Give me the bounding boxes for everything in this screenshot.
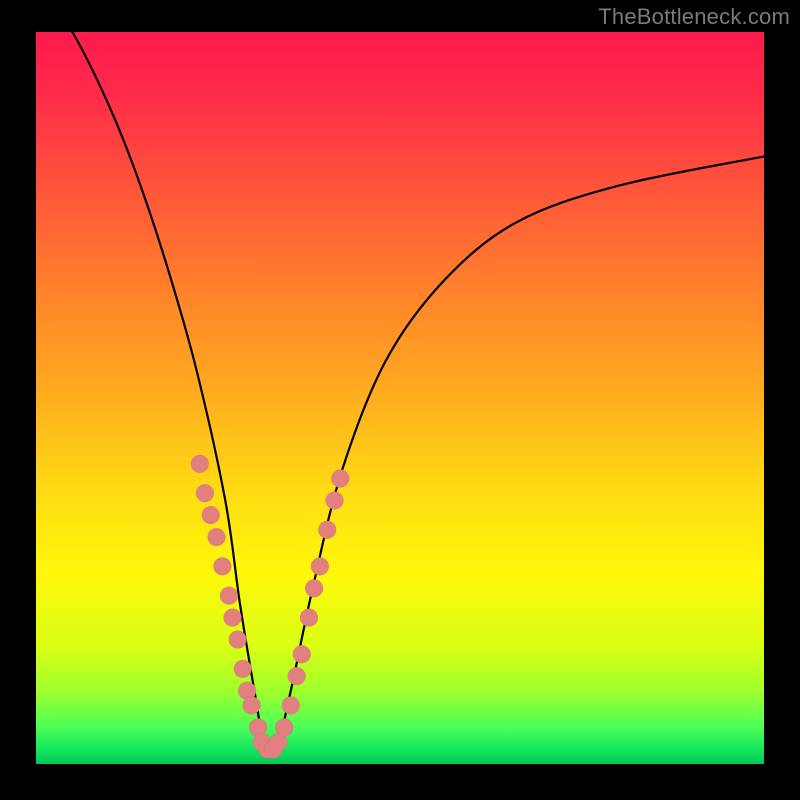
watermark-text: TheBottleneck.com [598,4,790,30]
data-point [331,470,349,488]
bottleneck-curve [36,32,764,757]
chart-svg [36,32,764,764]
data-point [208,528,226,546]
data-point [224,609,242,627]
data-point [282,696,300,714]
data-point [305,579,323,597]
data-point [191,455,209,473]
data-point [288,667,306,685]
data-points [191,455,350,758]
data-point [293,645,311,663]
data-point [229,631,247,649]
data-point [242,696,260,714]
data-point [325,491,343,509]
chart-frame: TheBottleneck.com [0,0,800,800]
plot-area [36,32,764,764]
data-point [318,521,336,539]
data-point [275,718,293,736]
data-point [196,484,214,502]
data-point [311,557,329,575]
data-point [300,609,318,627]
data-point [234,660,252,678]
data-point [220,587,238,605]
data-point [213,557,231,575]
data-point [202,506,220,524]
